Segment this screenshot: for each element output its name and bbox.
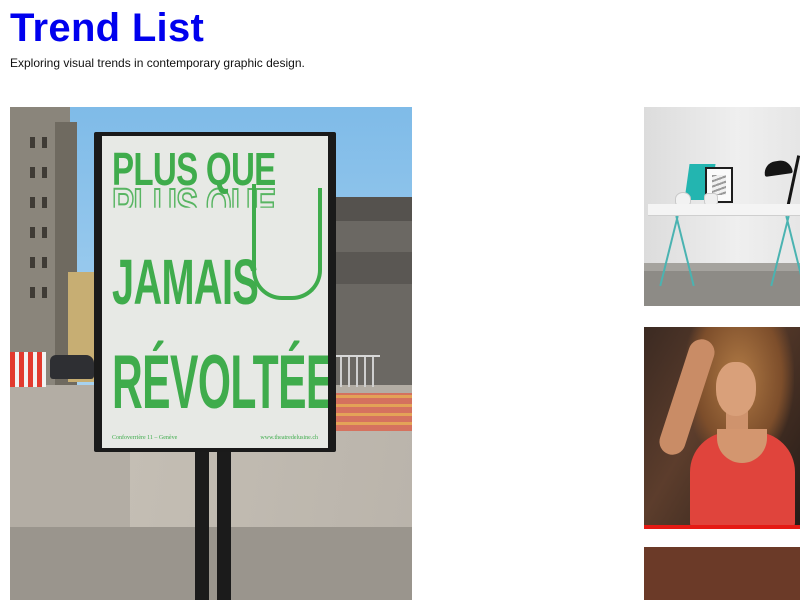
red-crosswalk xyxy=(332,393,412,431)
site-title: Trend List xyxy=(10,4,204,52)
poster-u-stub xyxy=(252,184,256,194)
building-right-roof xyxy=(332,197,412,221)
poster: PLUS QUE PLUS QUE JAMAIS RÉVOLTÉES Confo… xyxy=(102,136,328,448)
window xyxy=(42,167,47,178)
featured-poster-image[interactable]: PLUS QUE PLUS QUE JAMAIS RÉVOLTÉES Confo… xyxy=(10,107,412,600)
poster-post-right xyxy=(217,447,231,600)
poster-u-shape xyxy=(252,188,322,300)
thumbnail-brown-image[interactable] xyxy=(644,547,800,600)
pavement-shadow xyxy=(10,527,412,600)
window xyxy=(30,167,35,178)
thumbnail-portrait-image[interactable] xyxy=(644,327,800,529)
window xyxy=(30,257,35,268)
window xyxy=(30,137,35,148)
poster-line-2: JAMAIS xyxy=(112,246,259,318)
window xyxy=(30,197,35,208)
window xyxy=(42,227,47,238)
picture-frame-art xyxy=(712,175,726,195)
poster-footer-url: www.theatredelusine.ch xyxy=(260,435,318,441)
window xyxy=(42,197,47,208)
face xyxy=(716,362,756,416)
window xyxy=(42,257,47,268)
red-bottom-bar xyxy=(644,525,800,529)
desk-top xyxy=(648,204,800,216)
site-title-link[interactable]: Trend List xyxy=(10,6,204,50)
poster-post-left xyxy=(195,447,209,600)
poster-line-3: RÉVOLTÉES xyxy=(112,340,328,425)
thumbnail-desk-image[interactable] xyxy=(644,107,800,306)
site-tagline: Exploring visual trends in contemporary … xyxy=(10,56,305,70)
building-right-band xyxy=(332,252,412,284)
window xyxy=(42,287,47,298)
window xyxy=(30,287,35,298)
poster-footer-address: Confoverrière 11 – Genève xyxy=(112,435,178,441)
window xyxy=(30,227,35,238)
parked-car xyxy=(50,355,94,379)
window xyxy=(42,137,47,148)
red-white-barrier xyxy=(10,352,46,387)
fence xyxy=(332,355,380,387)
